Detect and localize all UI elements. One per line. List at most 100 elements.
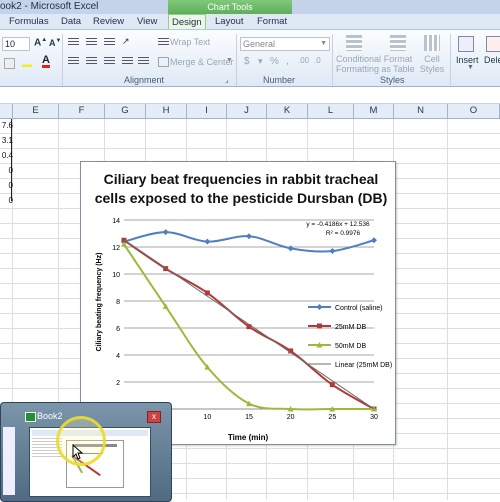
font-color-icon[interactable]: A: [42, 55, 50, 68]
cell-value[interactable]: 0: [1, 166, 13, 175]
tab-format[interactable]: Format: [254, 14, 290, 29]
align-left-icon[interactable]: [68, 57, 79, 65]
column-header[interactable]: M: [354, 104, 394, 118]
diamond-marker: [371, 237, 377, 244]
cell-styles-icon[interactable]: [424, 35, 440, 51]
tab-data[interactable]: Data: [58, 14, 84, 29]
format-as-table-label: Format: [383, 54, 413, 64]
cell-styles-label: Cell: [424, 54, 440, 64]
y-tick-label: 8: [116, 299, 120, 306]
currency-icon[interactable]: $: [244, 56, 250, 67]
close-icon[interactable]: x: [147, 411, 161, 423]
comma-style-icon[interactable]: ,: [286, 56, 289, 67]
cell-value[interactable]: 0: [1, 181, 13, 190]
window-title: ook2 - Microsoft Excel: [0, 1, 99, 12]
y-axis-label[interactable]: Ciliary beating frequency (Hz): [96, 253, 103, 352]
column-header[interactable]: L: [308, 104, 354, 118]
conditional-formatting-button[interactable]: Conditional Formatting: [336, 54, 382, 74]
tab-design[interactable]: Design: [168, 14, 206, 29]
cell-value[interactable]: 0: [1, 196, 13, 205]
cell-styles-label: Styles: [419, 64, 445, 74]
font-size-value: 10: [5, 39, 16, 49]
delete-cells-button[interactable]: Delet: [484, 55, 500, 65]
column-header-partial[interactable]: [0, 104, 13, 118]
cell-value[interactable]: 7.6: [1, 121, 13, 130]
orientation-icon[interactable]: ↗: [122, 36, 130, 47]
diamond-marker: [246, 233, 252, 240]
column-header[interactable]: F: [59, 104, 105, 118]
align-center-icon[interactable]: [86, 57, 97, 65]
column-header[interactable]: G: [105, 104, 146, 118]
y-tick-label: 4: [116, 353, 120, 360]
y-tick-label: 10: [112, 272, 120, 279]
align-bottom-icon[interactable]: [104, 38, 115, 46]
fill-color-icon[interactable]: [22, 58, 32, 67]
increase-indent-icon[interactable]: [138, 57, 149, 65]
trendline-r-squared[interactable]: R² = 0.9976: [326, 230, 361, 237]
conditional-formatting-label: Formatting: [336, 64, 380, 74]
column-header[interactable]: I: [187, 104, 227, 118]
x-tick-label: 30: [370, 414, 378, 421]
format-as-table-button[interactable]: Format as Table: [380, 54, 416, 74]
legend-entry: Control (saline): [335, 305, 382, 312]
wrap-text-icon[interactable]: [158, 38, 169, 46]
styles-group-label: Styles: [380, 75, 405, 85]
cell-styles-button[interactable]: Cell Styles: [418, 54, 446, 74]
delete-cells-icon[interactable]: [486, 36, 500, 52]
group-separator: [332, 34, 333, 86]
cell-value[interactable]: 0.4: [1, 151, 13, 160]
tab-review[interactable]: Review: [90, 14, 127, 29]
x-axis-label[interactable]: Time (min): [228, 433, 269, 442]
currency-dropdown-icon[interactable]: ▾: [258, 56, 263, 67]
cell-value[interactable]: 3.1: [1, 136, 13, 145]
tab-formulas[interactable]: Formulas: [6, 14, 52, 29]
legend-entry: 50mM DB: [335, 343, 366, 350]
column-header[interactable]: K: [267, 104, 308, 118]
merge-center-button[interactable]: Merge & Center: [170, 57, 234, 67]
insert-cells-icon[interactable]: [458, 36, 474, 52]
percent-icon[interactable]: %: [270, 56, 279, 67]
ribbon-tab-bar: Formulas Data Review View Design Layout …: [0, 14, 500, 30]
excel-icon: [25, 412, 36, 422]
formula-bar[interactable]: [0, 87, 500, 104]
grow-font-icon[interactable]: A▲: [34, 37, 47, 48]
column-header[interactable]: O: [448, 104, 500, 118]
borders-icon[interactable]: [4, 58, 15, 69]
decrease-decimal-icon[interactable]: .0: [314, 56, 321, 65]
y-tick-label: 2: [116, 380, 120, 387]
previous-thumbnail-edge[interactable]: [3, 427, 15, 495]
wrap-text-button[interactable]: Wrap Text: [170, 37, 210, 47]
diamond-marker: [287, 245, 294, 252]
merge-center-icon[interactable]: [158, 57, 169, 67]
font-size-select[interactable]: 10: [2, 37, 30, 51]
conditional-formatting-label: Conditional: [336, 54, 382, 64]
increase-decimal-icon[interactable]: .00: [298, 56, 309, 65]
diamond-marker: [329, 248, 336, 255]
column-header[interactable]: N: [394, 104, 448, 118]
alignment-group-label: Alignment: [124, 75, 165, 85]
decrease-indent-icon[interactable]: [122, 57, 133, 65]
column-header[interactable]: E: [13, 104, 59, 118]
align-top-icon[interactable]: [68, 38, 79, 46]
y-tick-label: 14: [112, 218, 120, 225]
conditional-formatting-icon[interactable]: [346, 35, 362, 51]
x-tick-label: 25: [328, 414, 336, 421]
tab-view[interactable]: View: [134, 14, 160, 29]
column-header[interactable]: H: [146, 104, 187, 118]
group-separator: [236, 34, 237, 86]
group-separator: [62, 34, 63, 86]
number-format-select[interactable]: General ▼: [240, 37, 330, 51]
merge-dropdown-icon[interactable]: ▼: [226, 57, 233, 64]
align-right-icon[interactable]: [104, 57, 115, 65]
shrink-font-icon[interactable]: A▼: [49, 38, 61, 48]
tab-layout[interactable]: Layout: [212, 14, 247, 29]
column-header[interactable]: J: [227, 104, 267, 118]
chart-tools-context-tab: Chart Tools: [168, 0, 292, 14]
align-middle-icon[interactable]: [86, 38, 97, 46]
alignment-dialog-launcher-icon[interactable]: ⌟: [225, 75, 229, 84]
gridline: [447, 119, 448, 500]
insert-dropdown-icon[interactable]: ▼: [467, 64, 474, 71]
format-as-table-icon[interactable]: [390, 35, 406, 51]
trendline-equation[interactable]: y = -0.4186x + 12.536: [306, 221, 370, 228]
thumbnail-title: Book2: [37, 411, 63, 421]
